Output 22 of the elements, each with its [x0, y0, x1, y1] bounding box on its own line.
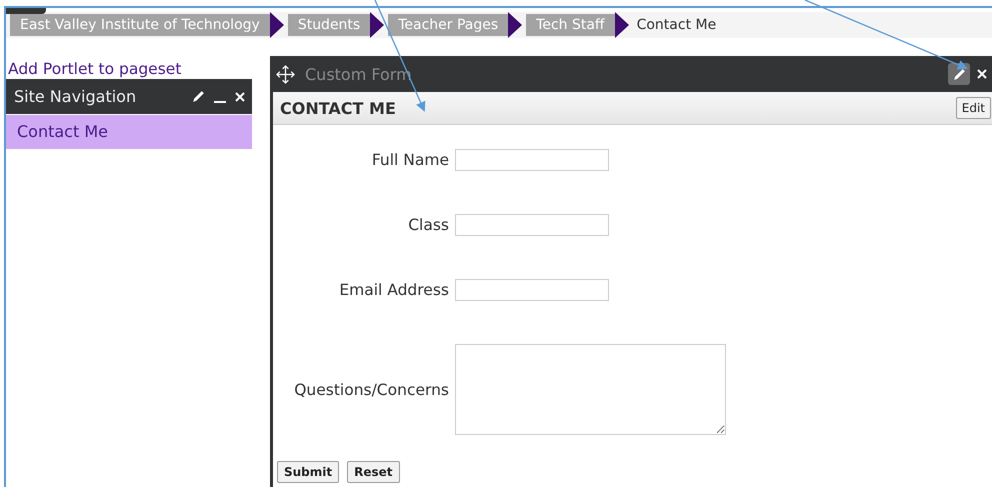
textarea-field[interactable] — [455, 344, 726, 435]
form-button[interactable]: Submit — [277, 461, 340, 483]
field-label: Questions/Concerns — [293, 380, 449, 398]
field-label: Email Address — [338, 281, 449, 299]
portlet-title: Site Navigation — [14, 87, 138, 106]
add-portlet-link[interactable]: Add Portlet to pageset — [8, 60, 182, 78]
input-field[interactable] — [455, 214, 609, 236]
field-label: Full Name — [370, 151, 449, 169]
form-heading: CONTACT ME — [280, 98, 397, 118]
pencil-icon — [952, 66, 966, 82]
close-icon[interactable] — [234, 90, 246, 102]
field-label: Class — [407, 216, 449, 234]
breadcrumb-separator-icon — [614, 12, 629, 38]
move-icon[interactable] — [276, 64, 295, 84]
nav-item[interactable]: Contact Me — [6, 115, 252, 149]
edit-button[interactable]: Edit — [956, 97, 991, 119]
edit-icon[interactable] — [191, 89, 206, 104]
input-field[interactable] — [455, 279, 609, 301]
breadcrumb-link[interactable]: Contact Me — [632, 17, 720, 33]
form-button[interactable]: Reset — [347, 461, 400, 483]
close-icon[interactable] — [976, 68, 988, 80]
input-field[interactable] — [455, 149, 609, 171]
